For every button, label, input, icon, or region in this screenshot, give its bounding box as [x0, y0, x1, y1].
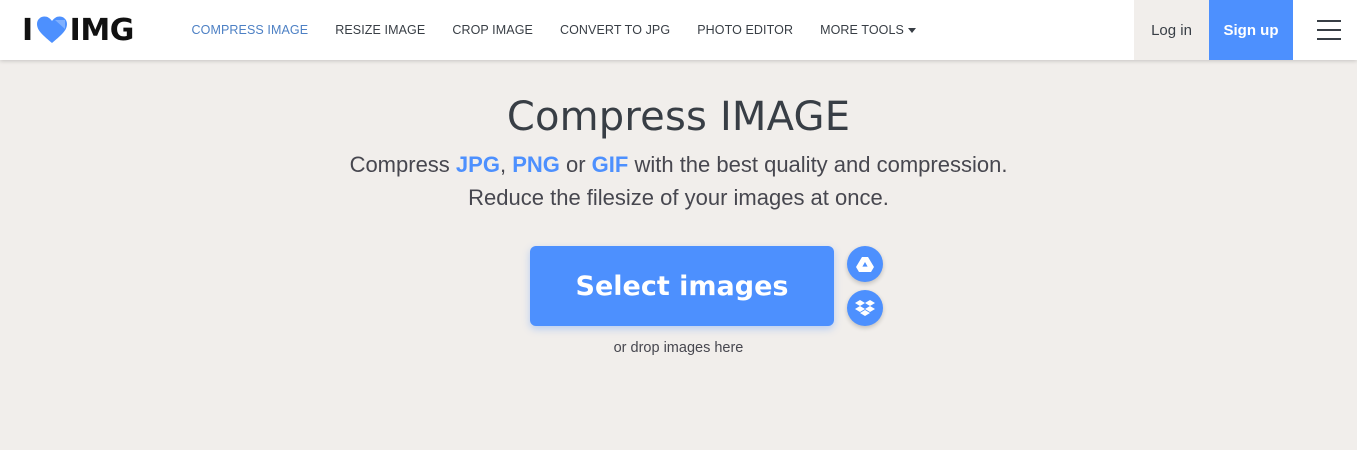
hamburger-icon[interactable]	[1317, 20, 1341, 40]
page-title: Compress IMAGE	[506, 94, 851, 140]
page-subtitle: Compress JPG, PNG or GIF with the best q…	[0, 148, 1357, 214]
google-drive-button[interactable]	[847, 246, 883, 282]
caret-down-icon	[908, 27, 916, 33]
nav-convert-to-jpg[interactable]: CONVERT TO JPG	[546, 23, 683, 37]
subtitle-line-2: Reduce the filesize of your images at on…	[468, 185, 889, 210]
logo-suffix: IMG	[69, 12, 135, 48]
subtitle-text: Compress	[349, 152, 456, 177]
format-jpg: JPG	[455, 152, 500, 177]
dropbox-button[interactable]	[847, 290, 883, 326]
top-header: I IMG COMPRESS IMAGE RESIZE IMAGE CROP I…	[0, 0, 1357, 60]
subtitle-line-1: Compress JPG, PNG or GIF with the best q…	[0, 148, 1357, 181]
iloveimg-logo[interactable]: I IMG	[22, 12, 135, 48]
nav-more-tools[interactable]: MORE TOOLS	[807, 23, 930, 37]
subtitle-separator: or	[559, 152, 592, 177]
select-images-button[interactable]: Select images	[530, 246, 834, 326]
format-png: PNG	[512, 152, 560, 177]
format-gif: GIF	[591, 152, 629, 177]
nav-more-tools-label: MORE TOOLS	[820, 23, 904, 37]
login-button[interactable]: Log in	[1134, 0, 1209, 60]
subtitle-separator: ,	[499, 152, 513, 177]
nav-photo-editor[interactable]: PHOTO EDITOR	[684, 23, 807, 37]
subtitle-text: with the best quality and compression.	[628, 152, 1008, 177]
heart-icon	[36, 16, 67, 43]
main-nav: COMPRESS IMAGE RESIZE IMAGE CROP IMAGE C…	[178, 0, 930, 60]
nav-resize-image[interactable]: RESIZE IMAGE	[322, 23, 439, 37]
nav-crop-image[interactable]: CROP IMAGE	[439, 23, 547, 37]
google-drive-icon	[856, 257, 874, 272]
drop-images-hint: or drop images here	[613, 340, 744, 356]
signup-button[interactable]: Sign up	[1209, 0, 1293, 60]
logo-prefix: I	[22, 12, 33, 48]
nav-compress-image[interactable]: COMPRESS IMAGE	[178, 23, 322, 37]
dropbox-icon	[855, 300, 875, 316]
